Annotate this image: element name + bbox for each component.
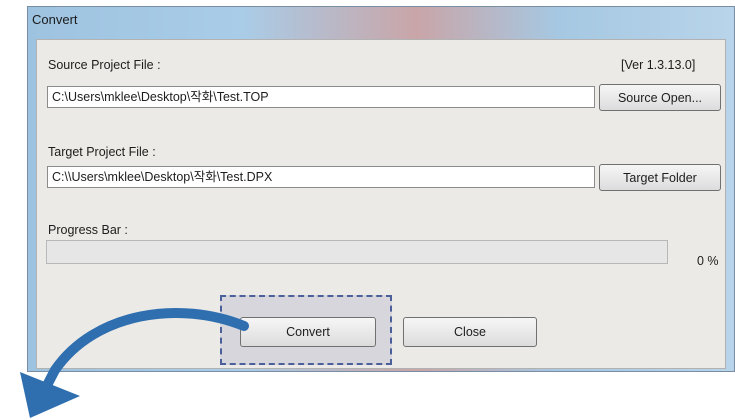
progress-percent-text: 0 %	[697, 254, 719, 268]
source-open-button[interactable]: Source Open...	[599, 84, 721, 111]
window-title: Convert	[32, 12, 78, 27]
version-label: [Ver 1.3.13.0]	[621, 58, 696, 72]
source-path-field[interactable]: C:\Users\mklee\Desktop\작화\Test.TOP	[47, 86, 595, 108]
source-project-label: Source Project File :	[48, 58, 161, 72]
convert-button[interactable]: Convert	[240, 317, 376, 347]
target-path-field[interactable]: C:\\Users\mklee\Desktop\작화\Test.DPX	[47, 166, 595, 188]
close-button[interactable]: Close	[403, 317, 537, 347]
progress-bar	[46, 240, 668, 264]
progress-label: Progress Bar :	[48, 223, 128, 237]
target-folder-button[interactable]: Target Folder	[599, 164, 721, 191]
target-project-label: Target Project File :	[48, 145, 156, 159]
